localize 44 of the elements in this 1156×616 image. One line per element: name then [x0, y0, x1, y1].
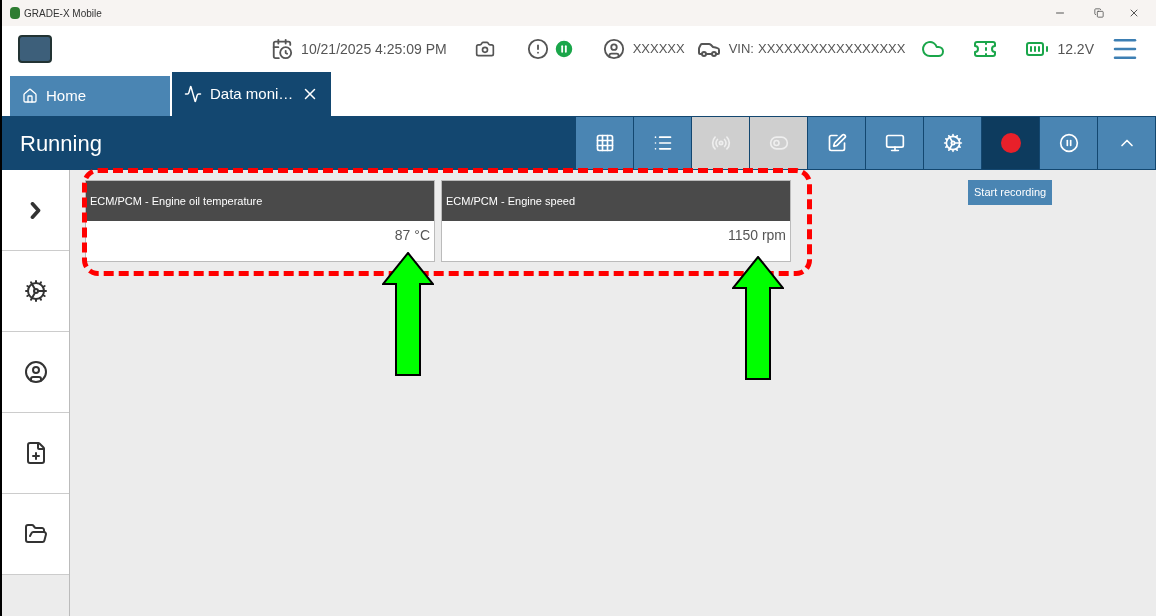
chart-icon: [184, 85, 202, 103]
monitor-icon: [884, 133, 905, 153]
gear-icon: [23, 279, 48, 303]
pause-status-icon[interactable]: [552, 38, 575, 60]
datetime-text: 10/21/2025 4:25:09 PM: [301, 39, 447, 59]
alert-icon[interactable]: [526, 38, 549, 60]
window-title: GRADE-X Mobile: [24, 6, 102, 21]
toolbar-button[interactable]: [982, 117, 1039, 169]
edit-icon: [826, 133, 847, 153]
close-icon[interactable]: [1128, 7, 1140, 19]
app-logo-icon: [10, 7, 20, 19]
vin-value: XXXXXXXXXXXXXXXXX: [758, 40, 906, 59]
user-icon[interactable]: [602, 38, 625, 60]
calendar-clock-icon: [271, 38, 294, 60]
toolbar-button[interactable]: [576, 117, 633, 169]
voltage-text: 12.2V: [1057, 39, 1094, 59]
toolbar-button[interactable]: [866, 117, 923, 169]
tab[interactable]: Data moni…: [172, 72, 332, 116]
chevron-right-icon: [30, 201, 41, 219]
screenshot-icon[interactable]: [474, 39, 495, 59]
toolbar-button[interactable]: [924, 117, 981, 169]
user-icon: [23, 360, 48, 384]
pause-icon: [1058, 133, 1079, 153]
toolbar-button[interactable]: [808, 117, 865, 169]
toggle-icon: [768, 133, 789, 153]
list-icon: [652, 133, 673, 153]
folder-icon: [23, 522, 48, 546]
vin-label: VIN:: [728, 40, 754, 59]
card-value: 1150 rpm: [727, 226, 786, 245]
user-name: XXXXXX: [632, 40, 685, 59]
gear-icon: [942, 133, 963, 153]
grid-icon: [594, 133, 615, 153]
record-icon: [1000, 133, 1021, 153]
tooltip: Start recording: [968, 180, 1053, 205]
page-title: Running: [19, 129, 103, 158]
toolbar-button[interactable]: [1040, 117, 1097, 169]
signal-icon: [710, 133, 731, 153]
card-title: ECM/PCM - Engine oil temperature: [90, 193, 263, 209]
card-title: ECM/PCM - Engine speed: [446, 193, 575, 209]
tab[interactable]: Home: [10, 76, 170, 116]
card-value: 87 °C: [394, 226, 430, 245]
home-icon: [22, 88, 38, 104]
restore-icon[interactable]: [1094, 8, 1104, 18]
toolbar-button[interactable]: [634, 117, 691, 169]
